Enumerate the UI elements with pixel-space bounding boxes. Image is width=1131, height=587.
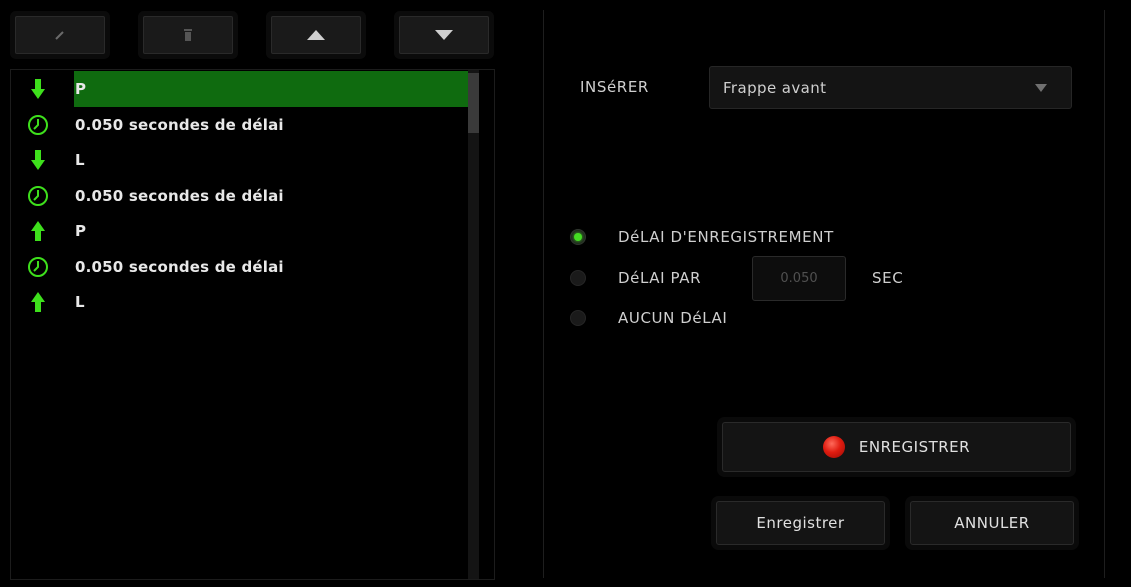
delete-button[interactable] (143, 16, 233, 54)
clock-icon (11, 249, 74, 285)
radio-delay-per[interactable] (570, 270, 586, 286)
list-item-body: 0.050 secondes de délai (74, 107, 471, 143)
list-item[interactable]: P (11, 71, 471, 107)
insert-dropdown-value: Frappe avant (723, 78, 827, 97)
list-item-body: 0.050 secondes de délai (74, 249, 471, 285)
list-item-body: L (74, 284, 471, 320)
sec-label: SEC (872, 269, 904, 287)
edit-button[interactable] (15, 16, 105, 54)
arrow-down-icon (11, 142, 74, 178)
list-item[interactable]: 0.050 secondes de délai (11, 249, 471, 285)
list-item[interactable]: 0.050 secondes de délai (11, 107, 471, 143)
list-item-text: 0.050 secondes de délai (75, 257, 284, 276)
scrollbar-thumb[interactable] (468, 73, 479, 133)
arrow-up-icon (11, 284, 74, 320)
list-item-text: 0.050 secondes de délai (75, 115, 284, 134)
move-up-button[interactable] (271, 16, 361, 54)
radio-no-delay[interactable] (570, 310, 586, 326)
cancel-button[interactable]: ANNULER (910, 501, 1074, 545)
list-item[interactable]: 0.050 secondes de délai (11, 178, 471, 214)
record-icon (822, 436, 845, 458)
list-item-text: L (75, 151, 85, 169)
list-item-body: P (74, 213, 471, 249)
chevron-down-icon (1035, 83, 1047, 92)
cancel-button-label: ANNULER (954, 514, 1030, 532)
list-item-body: L (74, 142, 471, 178)
macro-list: P 0.050 secondes de délai L 0.050 secondes … (10, 69, 495, 580)
no-delay-label: AUCUN DéLAI (618, 309, 728, 327)
arrow-up-icon (11, 213, 74, 249)
list-item-body: P (74, 71, 471, 107)
list-item-text: P (75, 222, 87, 240)
radio-selected-dot (574, 233, 582, 241)
move-down-button[interactable] (399, 16, 489, 54)
list-scrollbar[interactable] (468, 70, 479, 579)
list-item-text: P (75, 80, 87, 98)
record-button-label: ENREGISTRER (858, 438, 971, 456)
record-button[interactable]: ENREGISTRER (722, 422, 1071, 472)
insert-dropdown[interactable]: Frappe avant (709, 66, 1072, 109)
clock-icon (11, 107, 74, 143)
delay-seconds-input[interactable] (752, 256, 846, 301)
radio-record-delay[interactable] (570, 229, 586, 245)
delay-per-label: DéLAI PAR (618, 269, 702, 287)
clock-icon (11, 178, 74, 214)
arrow-up-icon (307, 30, 325, 40)
list-item-body: 0.050 secondes de délai (74, 178, 471, 214)
pencil-icon (53, 28, 67, 42)
list-item[interactable]: L (11, 142, 471, 178)
arrow-down-icon (435, 30, 453, 40)
insert-label: INSéRER (580, 78, 649, 96)
list-item-text: L (75, 293, 85, 311)
arrow-down-icon (11, 71, 74, 107)
list-item-text: 0.050 secondes de délai (75, 186, 284, 205)
save-button-label: Enregistrer (756, 514, 845, 532)
list-item[interactable]: L (11, 284, 471, 320)
save-button[interactable]: Enregistrer (716, 501, 885, 545)
list-item[interactable]: P (11, 213, 471, 249)
trash-icon (182, 28, 194, 42)
record-delay-label: DéLAI D'ENREGISTREMENT (618, 228, 834, 246)
